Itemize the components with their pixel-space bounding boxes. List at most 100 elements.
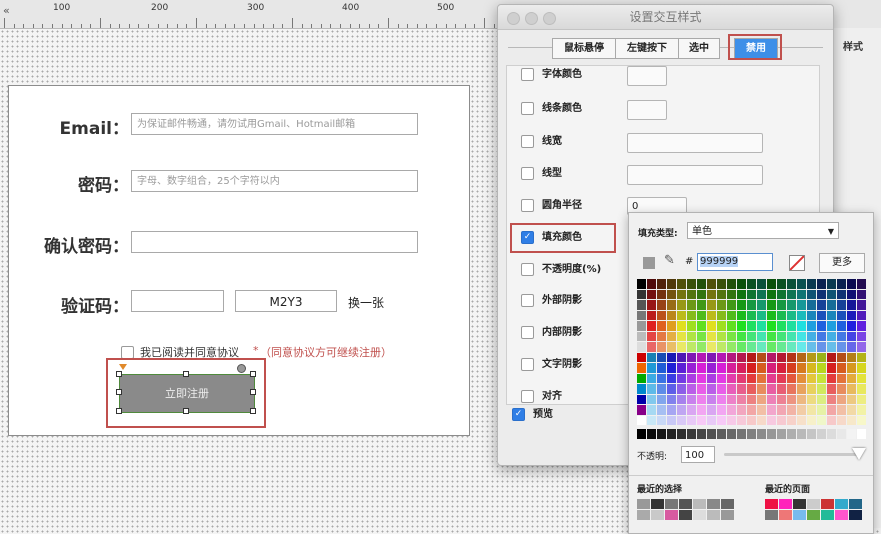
color-swatch[interactable] xyxy=(847,321,857,332)
color-swatch[interactable] xyxy=(727,310,737,321)
color-swatch[interactable] xyxy=(787,363,797,374)
color-swatch[interactable] xyxy=(817,373,827,384)
color-swatch[interactable] xyxy=(657,331,667,342)
color-swatch[interactable] xyxy=(857,384,867,395)
color-swatch[interactable] xyxy=(677,321,687,332)
color-swatch[interactable] xyxy=(857,321,867,332)
color-swatch[interactable] xyxy=(817,279,827,290)
color-swatch[interactable] xyxy=(697,384,707,395)
color-swatch[interactable] xyxy=(847,352,857,363)
color-swatch[interactable] xyxy=(827,300,837,311)
color-swatch[interactable] xyxy=(847,310,857,321)
resize-handle[interactable] xyxy=(183,408,189,414)
color-swatch[interactable] xyxy=(727,279,737,290)
color-swatch[interactable] xyxy=(797,331,807,342)
color-swatch[interactable] xyxy=(807,300,817,311)
color-swatch[interactable] xyxy=(857,331,867,342)
color-swatch[interactable] xyxy=(777,373,787,384)
recent-color-swatch[interactable] xyxy=(721,499,734,509)
color-swatch[interactable] xyxy=(797,289,807,300)
color-swatch[interactable] xyxy=(807,352,817,363)
color-swatch[interactable] xyxy=(717,405,727,416)
gray-swatch[interactable] xyxy=(767,429,776,439)
gray-swatch[interactable] xyxy=(727,429,736,439)
color-swatch[interactable] xyxy=(667,300,677,311)
color-swatch[interactable] xyxy=(807,415,817,426)
color-swatch[interactable] xyxy=(847,415,857,426)
hex-input[interactable]: 999999 xyxy=(697,253,773,271)
color-swatch[interactable] xyxy=(657,342,667,353)
color-swatch[interactable] xyxy=(797,321,807,332)
color-swatch[interactable] xyxy=(847,373,857,384)
color-swatch[interactable] xyxy=(767,363,777,374)
color-swatch[interactable] xyxy=(737,405,747,416)
color-swatch[interactable] xyxy=(817,331,827,342)
color-swatch[interactable] xyxy=(747,384,757,395)
color-swatch[interactable] xyxy=(697,289,707,300)
color-swatch[interactable] xyxy=(747,310,757,321)
color-swatch[interactable] xyxy=(637,415,647,426)
color-swatch[interactable] xyxy=(637,321,647,332)
color-swatch[interactable] xyxy=(817,384,827,395)
color-swatch[interactable] xyxy=(857,310,867,321)
color-swatch[interactable] xyxy=(777,405,787,416)
color-swatch[interactable] xyxy=(707,405,717,416)
color-swatch[interactable] xyxy=(687,394,697,405)
color-swatch[interactable] xyxy=(727,415,737,426)
color-swatch[interactable] xyxy=(707,300,717,311)
color-swatch[interactable] xyxy=(647,415,657,426)
color-swatch[interactable] xyxy=(777,394,787,405)
color-swatch[interactable] xyxy=(767,279,777,290)
color-swatch[interactable] xyxy=(847,363,857,374)
resize-handle[interactable] xyxy=(116,389,122,395)
color-swatch[interactable] xyxy=(657,405,667,416)
color-swatch[interactable] xyxy=(797,352,807,363)
color-swatch[interactable] xyxy=(677,331,687,342)
color-swatch[interactable] xyxy=(747,331,757,342)
color-swatch[interactable] xyxy=(687,373,697,384)
color-swatch[interactable] xyxy=(717,363,727,374)
opacity-slider[interactable] xyxy=(724,453,859,456)
agree-checkbox[interactable] xyxy=(121,345,134,359)
color-swatch[interactable] xyxy=(757,373,767,384)
color-swatch[interactable] xyxy=(797,363,807,374)
color-swatch[interactable] xyxy=(647,405,657,416)
color-swatch[interactable] xyxy=(687,289,697,300)
recent-color-swatch[interactable] xyxy=(821,499,834,509)
gray-swatch[interactable] xyxy=(777,429,786,439)
gray-swatch[interactable] xyxy=(787,429,796,439)
password-field[interactable]: 字母、数字组合，25个字符以内 xyxy=(131,170,418,192)
color-swatch[interactable] xyxy=(737,363,747,374)
recent-color-swatch[interactable] xyxy=(707,510,720,520)
color-swatch[interactable] xyxy=(697,310,707,321)
color-swatch[interactable] xyxy=(857,373,867,384)
color-swatch[interactable] xyxy=(677,373,687,384)
recent-color-swatch[interactable] xyxy=(807,499,820,509)
dialog-titlebar[interactable]: 设置交互样式 xyxy=(498,5,833,30)
color-swatch[interactable] xyxy=(637,405,647,416)
color-swatch[interactable] xyxy=(857,394,867,405)
color-swatch[interactable] xyxy=(847,342,857,353)
recent-color-swatch[interactable] xyxy=(849,499,862,509)
color-swatch[interactable] xyxy=(827,373,837,384)
color-swatch[interactable] xyxy=(757,384,767,395)
color-swatch[interactable] xyxy=(647,394,657,405)
color-swatch[interactable] xyxy=(697,331,707,342)
color-swatch[interactable] xyxy=(737,279,747,290)
color-swatch[interactable] xyxy=(777,342,787,353)
color-swatch[interactable] xyxy=(767,289,777,300)
color-swatch[interactable] xyxy=(667,415,677,426)
color-swatch[interactable] xyxy=(857,342,867,353)
prop-line-color[interactable]: 线条颜色 xyxy=(521,98,641,120)
color-swatch[interactable] xyxy=(857,289,867,300)
tab-selected[interactable]: 选中 xyxy=(678,38,720,59)
color-swatch[interactable] xyxy=(767,342,777,353)
line-style-select[interactable] xyxy=(627,165,763,185)
color-swatch[interactable] xyxy=(767,373,777,384)
color-swatch[interactable] xyxy=(677,394,687,405)
color-swatch[interactable] xyxy=(647,289,657,300)
color-swatch[interactable] xyxy=(657,321,667,332)
color-swatch[interactable] xyxy=(807,342,817,353)
color-swatch[interactable] xyxy=(747,321,757,332)
color-swatch[interactable] xyxy=(637,342,647,353)
